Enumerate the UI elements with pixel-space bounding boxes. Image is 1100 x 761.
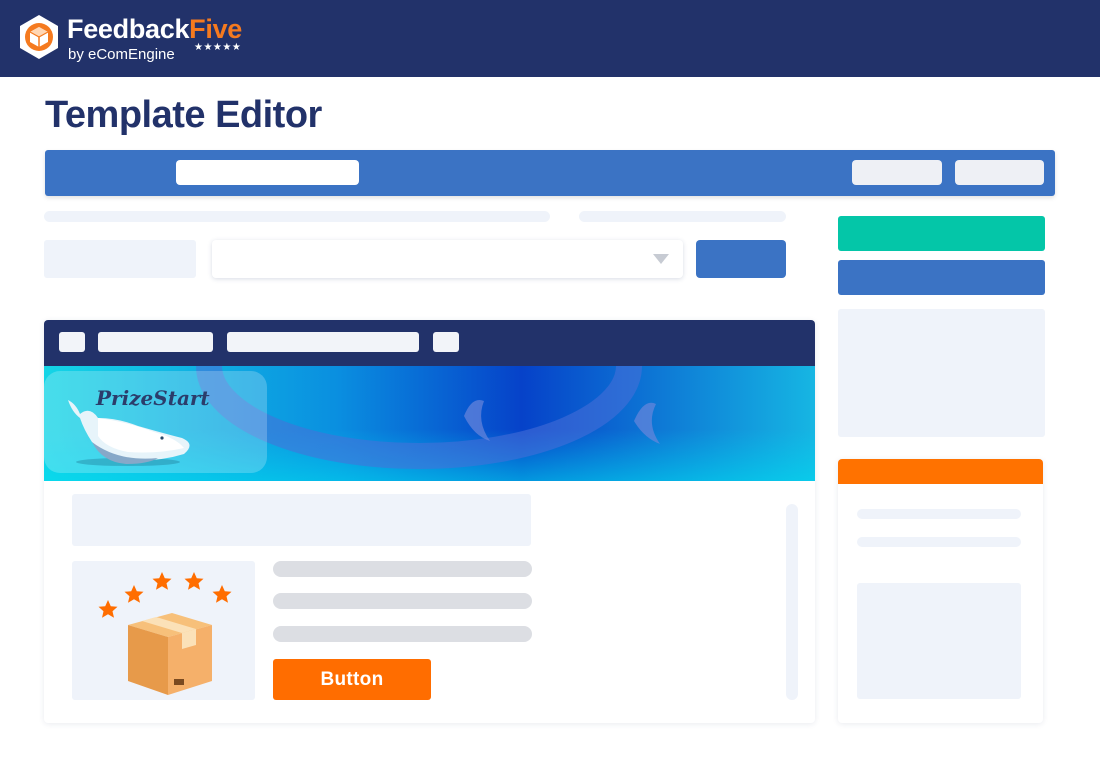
preview-menu-item[interactable] <box>59 332 85 352</box>
apply-button[interactable] <box>696 240 786 278</box>
brand-name-part2: Five <box>189 14 242 44</box>
banner-logo-text: PrizeStart <box>96 386 210 410</box>
field-label-placeholder <box>44 240 196 278</box>
preview-button[interactable] <box>838 260 1045 295</box>
app-header: FeedbackFive by eComEngine ★★★★★ <box>0 0 1100 77</box>
text-line-placeholder <box>273 626 532 642</box>
toolbar-button-1[interactable] <box>852 160 942 185</box>
brand-name: FeedbackFive <box>67 14 242 44</box>
email-preview-panel: PrizeStart Button <box>44 320 815 723</box>
placeholder-line <box>857 509 1021 519</box>
preview-menu-item[interactable] <box>227 332 419 352</box>
page-title: Template Editor <box>45 94 322 136</box>
brand-byline: by eComEngine <box>68 46 175 63</box>
sidebar-settings-panel <box>838 459 1043 723</box>
brand-name-part1: Feedback <box>67 14 190 44</box>
editor-toolbar <box>45 150 1055 196</box>
package-box-icon <box>128 613 212 695</box>
sidebar-info-box <box>838 309 1045 437</box>
preview-menu-item[interactable] <box>98 332 213 352</box>
preview-menu-item[interactable] <box>433 332 459 352</box>
feedbackfive-logo-icon[interactable] <box>16 14 62 60</box>
dropdown-caret-icon <box>653 254 669 264</box>
star-icon <box>152 572 172 590</box>
cta-button[interactable]: Button <box>273 659 431 700</box>
preview-scrollbar[interactable] <box>786 504 798 700</box>
toolbar-button-2[interactable] <box>955 160 1044 185</box>
brand-rating-stars: ★★★★★ <box>194 42 242 53</box>
product-image-card <box>72 561 255 700</box>
sidebar-panel-header <box>838 459 1043 484</box>
text-line-placeholder <box>273 561 532 577</box>
star-icon <box>184 572 204 590</box>
email-banner: PrizeStart <box>44 366 815 481</box>
text-line-placeholder <box>273 593 532 609</box>
template-select[interactable] <box>212 240 683 278</box>
star-icon <box>212 585 232 603</box>
placeholder-line <box>857 537 1021 547</box>
toolbar-search-input[interactable] <box>176 160 359 185</box>
placeholder-line <box>44 211 550 222</box>
sidebar-preview-placeholder <box>857 583 1021 699</box>
placeholder-line <box>579 211 786 222</box>
preview-headline-placeholder <box>72 494 531 546</box>
star-icon <box>124 585 144 603</box>
star-icon <box>98 600 118 618</box>
preview-menu-bar <box>44 320 815 366</box>
save-button[interactable] <box>838 216 1045 251</box>
